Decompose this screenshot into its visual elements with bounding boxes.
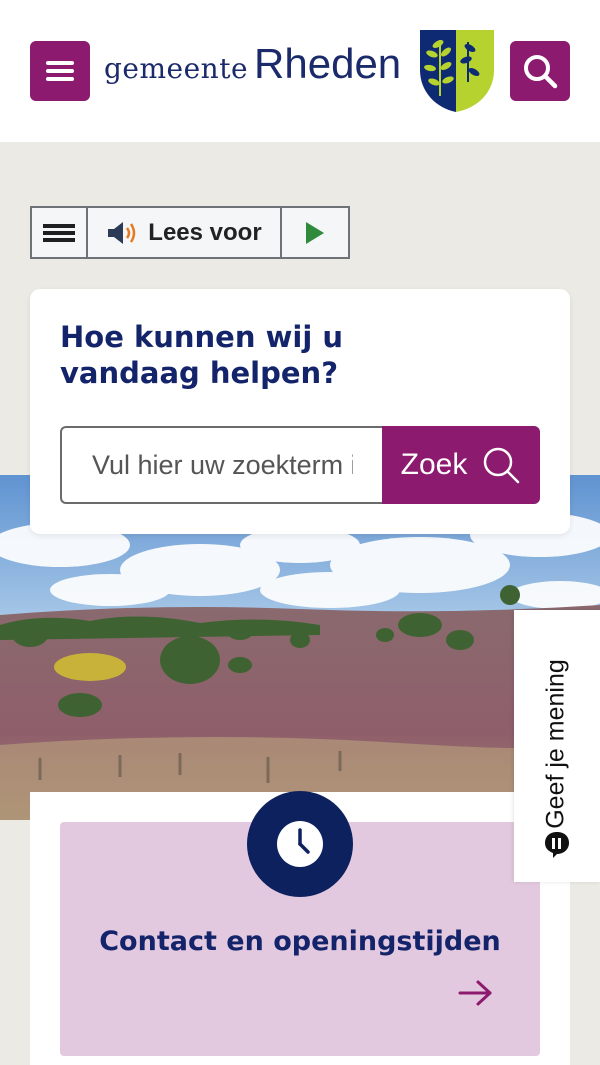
clock-badge	[247, 791, 353, 897]
site-logo[interactable]: gemeente Rheden	[104, 40, 401, 100]
search-icon	[524, 55, 558, 89]
read-aloud-button[interactable]: Lees voor	[88, 208, 282, 257]
logo-text-big: Rheden	[254, 40, 402, 87]
search-title: Hoe kunnen wij u vandaag helpen?	[60, 320, 344, 390]
hamburger-icon	[46, 61, 74, 65]
speech-bubble-icon	[545, 832, 569, 858]
search-input[interactable]	[60, 426, 383, 504]
search-icon	[484, 447, 520, 484]
arrow-right-icon	[458, 980, 492, 1006]
play-icon	[306, 221, 324, 244]
search-submit-button[interactable]: Zoek	[382, 426, 540, 504]
readspeaker-bar: Lees voor	[30, 206, 350, 259]
feedback-label: Geef je mening	[541, 659, 570, 829]
readspeaker-menu-button[interactable]	[32, 208, 88, 257]
search-card: Hoe kunnen wij u vandaag helpen? Zoek	[30, 289, 570, 534]
contact-title: Contact en openingstijden	[99, 926, 501, 957]
municipal-crest-icon	[420, 30, 494, 112]
clock-icon	[277, 821, 323, 867]
menu-button[interactable]	[30, 41, 90, 101]
feedback-tab[interactable]: Geef je mening	[514, 610, 600, 882]
header-search-button[interactable]	[510, 41, 570, 101]
read-aloud-label: Lees voor	[148, 218, 262, 246]
site-header: gemeente Rheden	[0, 0, 600, 142]
hamburger-icon	[43, 223, 75, 228]
search-submit-label: Zoek	[400, 448, 468, 481]
logo-text-small: gemeente	[104, 52, 249, 85]
play-button[interactable]	[282, 208, 348, 257]
speaker-icon	[108, 221, 136, 244]
